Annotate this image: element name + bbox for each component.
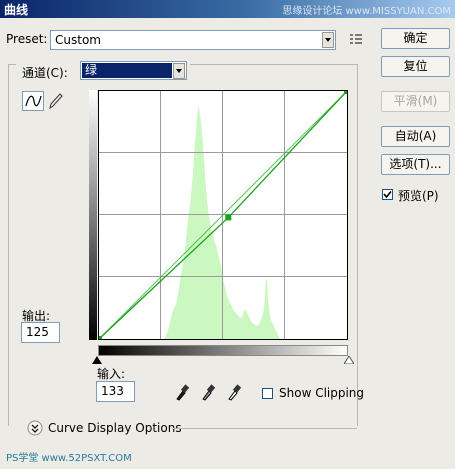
curve-overlay[interactable]	[99, 91, 347, 339]
footer-watermark: PS学堂 www.52PSXT.COM	[6, 453, 132, 464]
curve-control-point[interactable]	[225, 214, 232, 221]
curve-display-options-label[interactable]: Curve Display Options	[48, 421, 182, 435]
curve-control-point[interactable]	[344, 91, 347, 94]
baseline-diagonal	[99, 91, 347, 339]
preview-label: 预览(P)	[398, 189, 439, 203]
output-gradient-bar	[89, 90, 97, 340]
auto-button[interactable]: 自动(A)	[381, 126, 450, 147]
curves-graph[interactable]	[98, 90, 348, 340]
input-label: 输入:	[97, 367, 126, 381]
separator-line	[172, 428, 357, 429]
output-field[interactable]: 125	[21, 322, 60, 343]
group-frame-top-right	[190, 64, 358, 65]
curve-tool-icon	[25, 95, 42, 107]
curve-control-point[interactable]	[99, 336, 102, 339]
checkmark-icon	[383, 190, 392, 199]
title-bar[interactable]: 曲线 思缘设计论坛 www.MISSYUAN.COM	[0, 0, 455, 18]
group-frame-top-left	[8, 64, 16, 65]
channel-dropdown[interactable]: 绿	[80, 61, 187, 80]
window-title: 曲线	[4, 3, 29, 17]
show-clipping-label: Show Clipping	[279, 386, 365, 400]
preset-value: Custom	[55, 33, 101, 47]
expand-toggle-icon[interactable]	[27, 420, 43, 436]
preview-checkbox[interactable]	[382, 189, 393, 200]
channel-label: 通道(C):	[22, 66, 68, 80]
input-field[interactable]: 133	[96, 381, 135, 402]
pencil-tool-icon[interactable]	[47, 92, 63, 110]
chevron-down-icon	[322, 32, 334, 48]
input-gradient-bar	[98, 345, 348, 356]
channel-value: 绿	[82, 63, 172, 78]
black-eyedropper-icon[interactable]	[173, 383, 189, 401]
smooth-button[interactable]: 平滑(M)	[381, 91, 450, 112]
preset-label: Preset:	[6, 32, 48, 46]
watermark-text: 思缘设计论坛 www.MISSYUAN.COM	[282, 6, 451, 17]
black-point-slider[interactable]	[92, 356, 102, 364]
show-clipping-checkbox[interactable]	[262, 388, 273, 399]
preset-options-icon[interactable]	[349, 33, 363, 45]
white-point-slider[interactable]	[344, 356, 354, 364]
ok-button[interactable]: 确定	[381, 28, 450, 49]
group-frame-left	[8, 64, 9, 426]
white-eyedropper-icon[interactable]	[225, 383, 241, 401]
options-button[interactable]: 选项(T)...	[381, 154, 450, 175]
chevron-down-icon	[173, 63, 185, 79]
group-frame-right	[357, 64, 358, 426]
preset-dropdown[interactable]: Custom	[50, 30, 336, 50]
reset-button[interactable]: 复位	[381, 56, 450, 77]
gray-eyedropper-icon[interactable]	[199, 383, 215, 401]
curve-tool-button[interactable]	[22, 91, 44, 111]
